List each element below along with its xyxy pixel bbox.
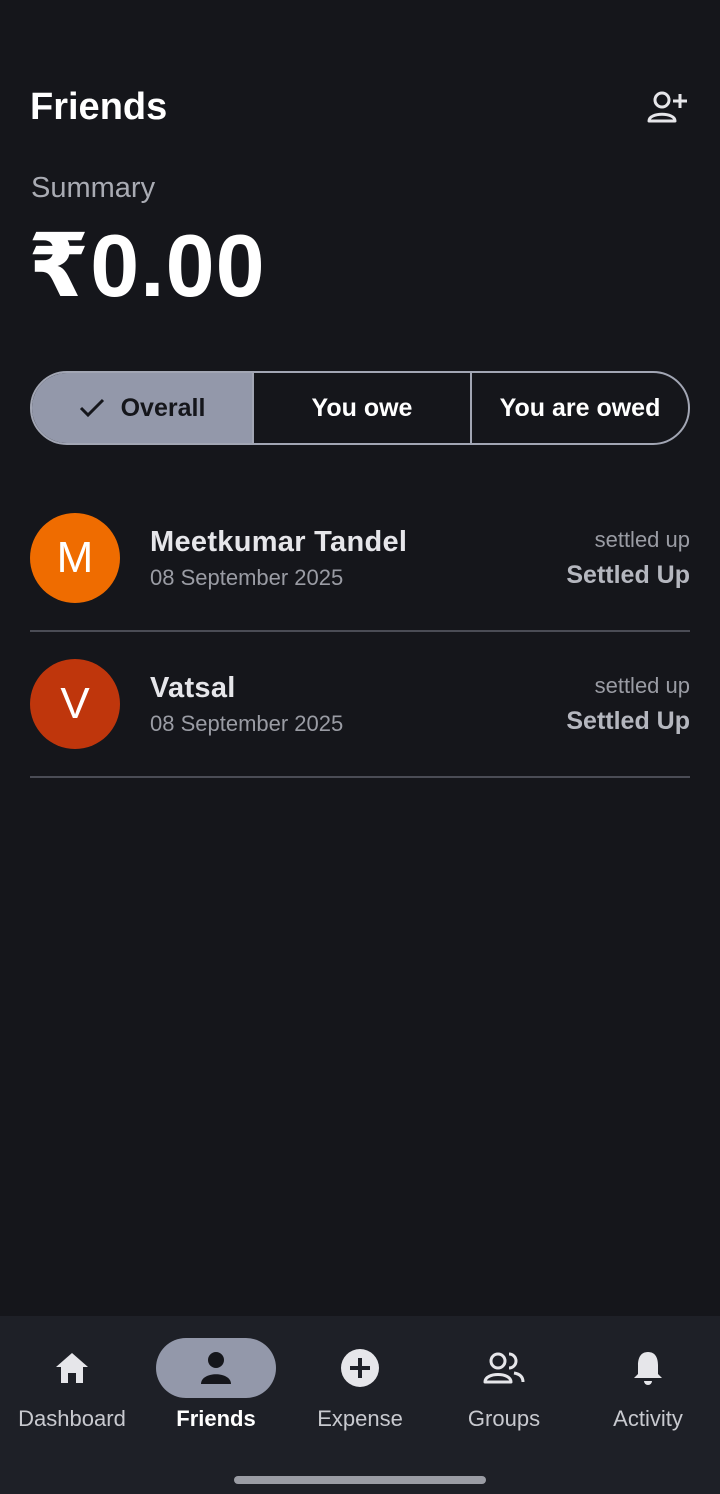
friend-name: Vatsal	[150, 671, 236, 704]
nav-expense[interactable]: Expense	[288, 1316, 432, 1494]
nav-friends[interactable]: Friends	[144, 1316, 288, 1494]
list-item[interactable]: V Vatsal 08 September 2025 settled up Se…	[30, 632, 690, 778]
status-caption: settled up	[594, 672, 690, 698]
filter-you-owe[interactable]: You owe	[252, 373, 470, 443]
nav-activity[interactable]: Activity	[576, 1316, 720, 1494]
home-indicator[interactable]	[234, 1476, 486, 1484]
nav-dashboard[interactable]: Dashboard	[0, 1316, 144, 1494]
status-caption: settled up	[594, 526, 690, 552]
nav-friends-label: Friends	[176, 1406, 256, 1431]
filter-you-are-owed[interactable]: You are owed	[470, 373, 688, 443]
filter-segmented-control: Overall You owe You are owed	[30, 371, 690, 445]
friend-status: settled up Settled Up	[566, 673, 690, 736]
nav-groups[interactable]: Groups	[432, 1316, 576, 1494]
add-friend-button[interactable]	[644, 83, 692, 131]
friend-info: Meetkumar Tandel 08 September 2025	[150, 526, 566, 591]
plus-circle-icon	[341, 1349, 379, 1387]
bottom-navigation: Dashboard Friends Expense Groups Activit…	[0, 1316, 720, 1494]
filter-you-are-owed-label: You are owed	[499, 393, 661, 422]
person-icon	[201, 1352, 231, 1384]
friend-list: M Meetkumar Tandel 08 September 2025 set…	[30, 486, 690, 778]
friend-date: 08 September 2025	[150, 564, 344, 590]
nav-activity-label: Activity	[613, 1406, 683, 1431]
list-item[interactable]: M Meetkumar Tandel 08 September 2025 set…	[30, 486, 690, 632]
person-add-icon	[647, 91, 687, 123]
friend-name: Meetkumar Tandel	[150, 525, 408, 558]
check-icon	[79, 398, 105, 418]
bell-icon	[634, 1352, 662, 1385]
filter-overall[interactable]: Overall	[32, 373, 252, 443]
filter-overall-label: Overall	[120, 393, 206, 422]
home-icon	[56, 1353, 88, 1383]
friend-status: settled up Settled Up	[566, 527, 690, 590]
friend-info: Vatsal 08 September 2025	[150, 672, 566, 737]
nav-expense-label: Expense	[317, 1406, 403, 1431]
nav-dashboard-label: Dashboard	[18, 1406, 126, 1431]
top-bar: Friends	[30, 82, 692, 132]
filter-you-owe-label: You owe	[311, 393, 413, 422]
summary-label: Summary	[31, 172, 156, 204]
status-text: Settled Up	[566, 560, 690, 589]
group-icon	[483, 1352, 525, 1384]
avatar: M	[30, 513, 120, 603]
page-title: Friends	[30, 85, 168, 128]
status-text: Settled Up	[566, 706, 690, 735]
summary-amount: ₹0.00	[28, 216, 266, 315]
friend-date: 08 September 2025	[150, 710, 344, 736]
nav-groups-label: Groups	[467, 1406, 541, 1431]
avatar: V	[30, 659, 120, 749]
